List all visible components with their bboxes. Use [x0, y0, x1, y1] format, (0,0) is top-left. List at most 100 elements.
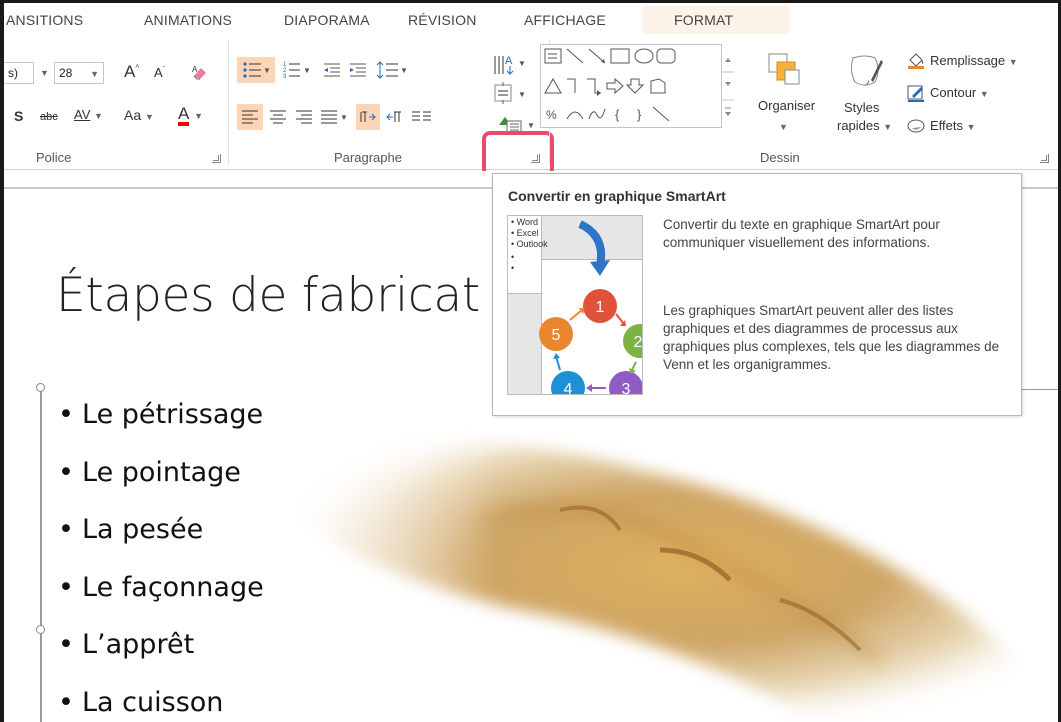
tab-revision[interactable]: RÉVISION: [408, 12, 477, 28]
outline-pen-icon[interactable]: [906, 82, 926, 104]
tooltip-preview-image: • Word • Excel • Outlook • • 1 2 3 4 5: [507, 215, 643, 395]
bullet-text: Le pointage: [82, 456, 241, 488]
decrease-indent-icon[interactable]: [320, 57, 344, 83]
smartart-cycle-diagram: 1 2 3 4 5: [539, 220, 643, 395]
tooltip-title: Convertir en graphique SmartArt: [508, 188, 726, 204]
character-spacing-button[interactable]: AV ▼: [74, 107, 103, 122]
styles-rapides-label-1[interactable]: Styles: [844, 100, 879, 115]
shapes-gallery-scrollbar[interactable]: [721, 44, 734, 128]
font-size-combo[interactable]: 28 ▼: [54, 62, 104, 84]
grow-font-label: A: [124, 62, 136, 81]
line-spacing-button[interactable]: ▼: [374, 57, 410, 83]
bullet-item: • Le pétrissage: [58, 399, 264, 430]
align-text-button[interactable]: ▼: [490, 80, 530, 108]
bullet-text: La cuisson: [82, 686, 224, 718]
svg-text:▼: ▼: [340, 113, 348, 122]
bullet-text: L’apprêt: [82, 629, 195, 660]
smartart-tooltip: Convertir en graphique SmartArt • Word •…: [492, 173, 1022, 416]
fill-bucket-icon[interactable]: [906, 49, 926, 71]
svg-text:{: {: [615, 107, 620, 122]
font-color-label: A: [178, 105, 190, 126]
align-right-icon[interactable]: [292, 104, 316, 130]
bullet-item: • Le pointage: [58, 456, 241, 488]
rtl-text-direction-icon[interactable]: [382, 104, 406, 130]
svg-text:▼: ▼: [527, 121, 535, 130]
svg-text:▼: ▼: [303, 66, 311, 75]
font-name-value: s): [8, 66, 18, 80]
baguette-image: [260, 400, 1060, 722]
quick-styles-icon[interactable]: [842, 48, 888, 92]
font-name-combo[interactable]: s): [4, 62, 34, 84]
change-case-label: Aa: [124, 107, 142, 123]
tab-affichage[interactable]: AFFICHAGE: [524, 12, 606, 28]
font-size-value: 28: [59, 66, 73, 80]
shrink-font-label: A: [154, 65, 163, 80]
group-label-dessin: Dessin: [760, 150, 800, 165]
cycle-number-3: 3: [622, 381, 631, 395]
resize-handle[interactable]: [36, 625, 45, 634]
tab-animations[interactable]: ANIMATIONS: [144, 12, 232, 28]
organiser-button[interactable]: Organiser: [758, 98, 815, 113]
change-case-button[interactable]: Aa ▼: [124, 107, 154, 123]
effets-button[interactable]: Effets ▼: [930, 118, 976, 133]
align-center-icon[interactable]: [266, 104, 290, 130]
bullet-item: • La pesée: [58, 514, 204, 545]
font-color-button[interactable]: A ▼: [178, 104, 203, 126]
cycle-number-1: 1: [596, 299, 605, 316]
bullet-item: • L’apprêt: [58, 629, 195, 660]
text-direction-button[interactable]: A ▼: [490, 50, 530, 80]
tooltip-description-1: Convertir du texte en graphique SmartArt…: [663, 217, 940, 250]
dessin-dialog-launcher-icon[interactable]: [1040, 154, 1049, 163]
bullet-text: Le façonnage: [82, 571, 264, 603]
ltr-text-direction-icon[interactable]: [356, 104, 380, 130]
bullet-text: La pesée: [82, 514, 204, 545]
increase-indent-icon[interactable]: [346, 57, 370, 83]
content-placeholder-border: [40, 388, 42, 722]
strikethrough-button[interactable]: abc: [40, 111, 58, 123]
columns-button[interactable]: [408, 104, 438, 130]
resize-handle[interactable]: [36, 383, 45, 392]
paragraphe-dialog-launcher-icon[interactable]: [531, 154, 540, 163]
svg-text:▼: ▼: [263, 66, 271, 75]
contour-button[interactable]: Contour ▼: [930, 85, 989, 100]
shadow-button[interactable]: S: [14, 108, 23, 124]
tab-transitions[interactable]: ANSITIONS: [6, 12, 83, 28]
remplissage-button[interactable]: Remplissage ▼: [930, 53, 1018, 68]
organiser-dropdown-icon: ▼: [779, 122, 788, 132]
bullet-item: • Le façonnage: [58, 571, 264, 603]
group-separator: [228, 40, 229, 164]
cycle-number-5: 5: [552, 327, 561, 344]
ribbon-tab-bar: ANSITIONS ANIMATIONS DIAPORAMA RÉVISION …: [4, 3, 1058, 34]
arrange-icon[interactable]: [758, 48, 808, 92]
grow-font-button[interactable]: A^: [124, 62, 139, 82]
cycle-number-2: 2: [634, 334, 643, 351]
svg-text:3: 3: [283, 74, 287, 80]
bullet-item: • La cuisson: [58, 686, 224, 718]
numbering-button[interactable]: 1 2 3 ▼: [279, 57, 315, 83]
svg-text:▼: ▼: [518, 90, 526, 99]
bullet-list[interactable]: • Le pétrissage • Le pointage • La pesée • L…: [58, 392, 264, 722]
slide-title[interactable]: Étapes de fabricat: [56, 268, 480, 323]
justify-button[interactable]: ▼: [318, 104, 352, 130]
svg-text:A: A: [192, 65, 198, 74]
font-name-dropdown-icon[interactable]: ▼: [40, 68, 49, 78]
shapes-gallery[interactable]: % { }: [540, 44, 734, 128]
shrink-font-button[interactable]: Aˇ: [154, 65, 165, 80]
group-label-paragraphe: Paragraphe: [334, 150, 402, 165]
clear-formatting-eraser-icon[interactable]: A: [189, 62, 211, 84]
svg-text:▼: ▼: [518, 59, 526, 68]
cycle-number-4: 4: [564, 381, 573, 395]
align-left-button[interactable]: [237, 104, 263, 130]
bullet-text: Le pétrissage: [82, 399, 264, 430]
font-size-dropdown-icon: ▼: [90, 69, 99, 79]
effects-icon[interactable]: [906, 114, 926, 136]
character-spacing-label: AV: [74, 107, 91, 122]
bullets-button[interactable]: ▼: [237, 57, 275, 83]
tab-format[interactable]: FORMAT: [674, 12, 733, 28]
styles-rapides-button[interactable]: rapides ▼: [837, 118, 892, 133]
ribbon: s) ▼ 28 ▼ A^ Aˇ A S abc AV ▼ Aa ▼ A ▼ Pol…: [4, 34, 1058, 177]
police-dialog-launcher-icon[interactable]: [212, 154, 221, 163]
effets-label: Effets: [930, 118, 964, 133]
svg-text:}: }: [637, 107, 642, 122]
tab-diaporama[interactable]: DIAPORAMA: [284, 12, 370, 28]
